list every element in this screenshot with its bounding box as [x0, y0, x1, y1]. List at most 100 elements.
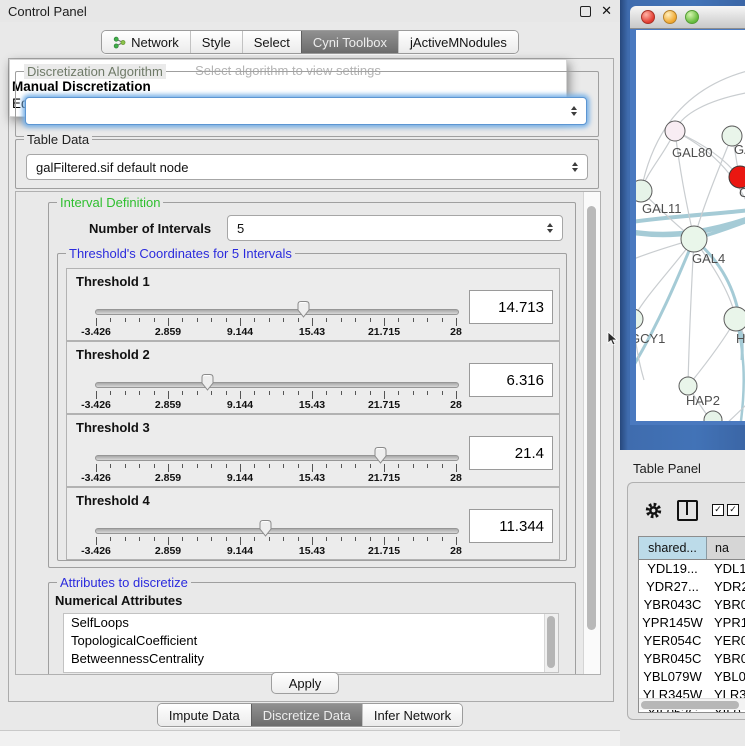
close-icon[interactable]: ✕: [601, 3, 612, 19]
network-window-titlebar[interactable]: [630, 6, 745, 29]
table-data-combobox-value: galFiltered.sif default node: [27, 160, 567, 175]
cell-name[interactable]: YER0: [706, 632, 745, 650]
threshold-label: Threshold 1: [76, 274, 150, 289]
gear-icon[interactable]: [644, 501, 663, 520]
slider-track[interactable]: [95, 309, 459, 315]
table-row[interactable]: YDL19...YDL1: [639, 560, 745, 578]
slider-track[interactable]: [95, 528, 459, 534]
slider-handle[interactable]: [257, 519, 274, 538]
slider-handle[interactable]: [372, 446, 389, 465]
slider-track[interactable]: [95, 382, 459, 388]
network-node-label: C: [739, 185, 745, 200]
attribute-list-item[interactable]: BetweennessCentrality: [64, 650, 558, 668]
bottom-tab-bar: Impute Data Discretize Data Infer Networ…: [0, 703, 620, 727]
control-panel-window: Control Panel ✕ Network Style: [0, 0, 620, 745]
cell-shared-name[interactable]: YBL079W: [639, 668, 706, 686]
float-window-icon[interactable]: [580, 6, 591, 17]
zoom-traffic-light[interactable]: [685, 10, 699, 24]
network-node[interactable]: [724, 307, 745, 331]
cell-name[interactable]: YBR0: [706, 650, 745, 668]
table-row[interactable]: YBR043CYBR0: [639, 596, 745, 614]
tab-network-label: Network: [131, 35, 179, 50]
table-panel-toolbar: ✓ ✓: [628, 489, 745, 531]
table-row[interactable]: YBL079WYBL0: [639, 668, 745, 686]
network-node-label: GAL11: [642, 201, 682, 216]
cell-shared-name[interactable]: YPR145W: [639, 614, 706, 632]
interval-definition-group: Interval Definition Number of Intervals …: [48, 202, 576, 568]
slider-handle[interactable]: [199, 373, 216, 392]
network-node[interactable]: [665, 121, 685, 141]
attributes-scrollbar-thumb[interactable]: [547, 616, 555, 668]
checkbox-checked-icon[interactable]: ✓: [727, 504, 739, 516]
cell-shared-name[interactable]: YER054C: [639, 632, 706, 650]
tab-discretize-data[interactable]: Discretize Data: [251, 704, 362, 726]
cyni-toolbox-content: Discretization Algorithm Select algorith…: [8, 58, 614, 702]
network-canvas[interactable]: GAL80GAGAL11CGAL4GCY1HHAP2: [636, 30, 745, 421]
table-body: YDL19...YDL1YDR27...YDR2YBR043CYBR0YPR14…: [639, 560, 745, 713]
tab-select[interactable]: Select: [242, 31, 301, 53]
slider-axis-labels: -3.4262.8599.14415.4321.71528: [96, 399, 458, 411]
table-row[interactable]: YBR045CYBR0: [639, 650, 745, 668]
select-all-icons[interactable]: ✓ ✓: [712, 504, 739, 516]
table-data-combobox[interactable]: galFiltered.sif default node: [26, 154, 588, 180]
table-row[interactable]: YER054CYER0: [639, 632, 745, 650]
numerical-attributes-heading: Numerical Attributes: [55, 593, 182, 608]
cell-name[interactable]: YBR0: [706, 596, 745, 614]
tab-infer-network[interactable]: Infer Network: [362, 704, 462, 726]
network-node-label: HAP2: [686, 393, 720, 408]
tab-style[interactable]: Style: [190, 31, 242, 53]
cell-name[interactable]: YPR1: [706, 614, 745, 632]
attribute-list-item[interactable]: SelfLoops: [64, 614, 558, 632]
slider-track[interactable]: [95, 455, 459, 461]
minimize-traffic-light[interactable]: [663, 10, 677, 24]
table-horizontal-scrollbar[interactable]: [639, 698, 745, 710]
settings-vertical-scrollbar[interactable]: [583, 192, 600, 674]
algorithm-combobox[interactable]: [25, 97, 587, 125]
threshold-value-field[interactable]: 14.713: [469, 290, 553, 324]
cell-shared-name[interactable]: YDR27...: [639, 578, 706, 596]
cell-shared-name[interactable]: YBR045C: [639, 650, 706, 668]
tab-jactivemnodules-label: jActiveMNodules: [410, 35, 507, 50]
apply-button[interactable]: Apply: [271, 672, 339, 694]
cell-name[interactable]: YDR2: [706, 578, 745, 596]
numerical-attributes-list[interactable]: SelfLoopsTopologicalCoefficientBetweenne…: [63, 613, 559, 673]
threshold-label: Threshold 4: [76, 493, 150, 508]
cell-name[interactable]: YDL1: [706, 560, 745, 578]
column-header-shared-name[interactable]: shared...: [639, 537, 707, 559]
threshold-value-field[interactable]: 6.316: [469, 363, 553, 397]
show-columns-icon[interactable]: [677, 500, 698, 521]
column-header-name[interactable]: na: [707, 537, 745, 559]
attributes-list-scrollbar[interactable]: [544, 614, 558, 672]
threshold-value-field[interactable]: 21.4: [469, 436, 553, 470]
table-data-group: Table Data galFiltered.sif default node: [15, 139, 599, 189]
threshold-value-field[interactable]: 11.344: [469, 509, 553, 543]
tab-impute-data[interactable]: Impute Data: [158, 704, 251, 726]
tab-jactivemnodules[interactable]: jActiveMNodules: [398, 31, 518, 53]
checkbox-checked-icon[interactable]: ✓: [712, 504, 724, 516]
tab-style-label: Style: [202, 35, 231, 50]
table-row[interactable]: YDR27...YDR2: [639, 578, 745, 596]
table-header-row: shared... na: [639, 537, 745, 560]
bottom-tab-group: Impute Data Discretize Data Infer Networ…: [157, 703, 463, 727]
network-node[interactable]: [704, 411, 722, 421]
cell-shared-name[interactable]: YDL19...: [639, 560, 706, 578]
cell-name[interactable]: YBL0: [706, 668, 745, 686]
number-of-intervals-combobox[interactable]: 5: [227, 215, 563, 241]
cell-shared-name[interactable]: YBR043C: [639, 596, 706, 614]
threshold-panel-4: Threshold 4-3.4262.8599.14415.4321.71528…: [66, 487, 560, 560]
tab-impute-data-label: Impute Data: [169, 708, 240, 723]
slider-handle[interactable]: [295, 300, 312, 319]
close-traffic-light[interactable]: [641, 10, 655, 24]
settings-scrollbar-thumb[interactable]: [587, 206, 596, 630]
network-node[interactable]: [636, 309, 643, 329]
network-node-label: GCY1: [636, 331, 665, 346]
top-tab-bar: Network Style Select Cyni Toolbox jActiv…: [0, 30, 620, 54]
network-node[interactable]: [681, 226, 707, 252]
tab-network[interactable]: Network: [102, 31, 190, 53]
table-row[interactable]: YPR145WYPR1: [639, 614, 745, 632]
network-node-label: H: [736, 331, 745, 346]
attribute-list-item[interactable]: TopologicalCoefficient: [64, 632, 558, 650]
number-of-intervals-value: 5: [228, 221, 542, 236]
tab-cyni-toolbox[interactable]: Cyni Toolbox: [301, 31, 398, 53]
table-hscrollbar-thumb[interactable]: [641, 701, 739, 709]
